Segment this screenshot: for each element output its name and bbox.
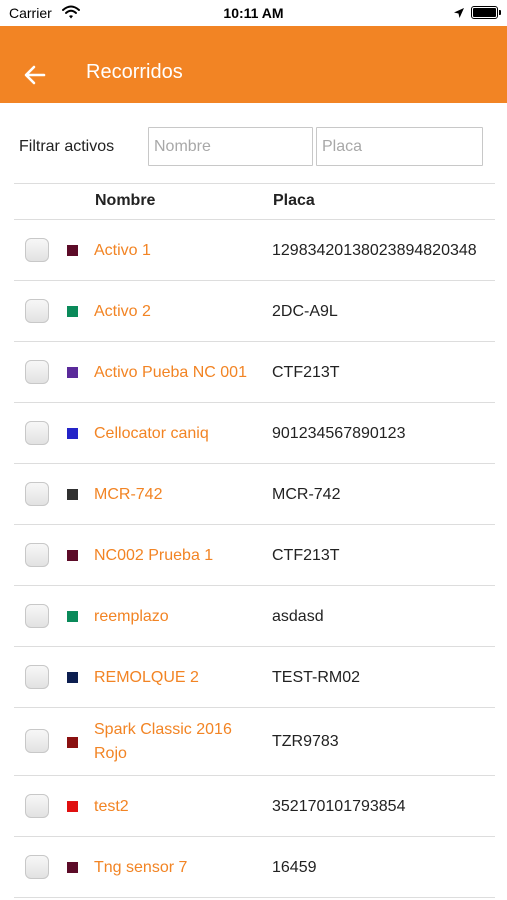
asset-name[interactable]: MCR-742	[94, 483, 264, 507]
asset-color-swatch	[67, 611, 78, 622]
row-divider	[14, 897, 495, 898]
asset-color-swatch	[67, 245, 78, 256]
nav-bar: Recorridos	[0, 26, 507, 103]
asset-plate: 352170101793854	[272, 797, 406, 815]
asset-name[interactable]: NC002 Prueba 1	[94, 544, 264, 568]
asset-row[interactable]: Spark Classic 2016 Rojo TZR9783	[0, 708, 507, 776]
asset-plate: 901234567890123	[272, 424, 406, 442]
asset-row[interactable]: Activo Pueba NC 001 CTF213T	[0, 342, 507, 403]
asset-row[interactable]: Cellocator caniq 901234567890123	[0, 403, 507, 464]
asset-color-swatch	[67, 801, 78, 812]
asset-color-swatch	[67, 862, 78, 873]
asset-row[interactable]: NC002 Prueba 1 CTF213T	[0, 525, 507, 586]
asset-plate: asdasd	[272, 607, 324, 625]
asset-name[interactable]: Spark Classic 2016 Rojo	[94, 718, 264, 766]
column-header-plate: Placa	[273, 192, 315, 209]
asset-plate: TEST-RM02	[272, 668, 361, 686]
asset-checkbox[interactable]	[25, 481, 49, 506]
asset-name[interactable]: reemplazo	[94, 605, 264, 629]
asset-color-swatch	[67, 550, 78, 561]
asset-plate: MCR-742	[272, 485, 341, 503]
asset-checkbox[interactable]	[25, 664, 49, 689]
asset-row[interactable]: Activo 1 12983420138023894820348	[0, 220, 507, 281]
asset-row[interactable]: reemplazo asdasd	[0, 586, 507, 647]
asset-color-swatch	[67, 428, 78, 439]
asset-checkbox[interactable]	[25, 298, 49, 323]
status-bar: Carrier 10:11 AM	[0, 0, 507, 26]
page-title: Recorridos	[86, 61, 183, 83]
asset-name[interactable]: Activo 1	[94, 239, 264, 263]
asset-name[interactable]: REMOLQUE 2	[94, 666, 264, 690]
filter-label: Filtrar activos	[19, 138, 115, 155]
asset-name[interactable]: Tng sensor 7	[94, 856, 264, 880]
plate-filter-input[interactable]	[316, 127, 483, 166]
name-filter-input[interactable]	[148, 127, 313, 166]
asset-checkbox[interactable]	[25, 359, 49, 384]
asset-name[interactable]: Activo 2	[94, 300, 264, 324]
asset-plate: 2DC-A9L	[272, 302, 338, 320]
back-button[interactable]	[20, 60, 50, 90]
battery-tip	[499, 10, 501, 15]
asset-checkbox[interactable]	[25, 729, 49, 753]
asset-checkbox[interactable]	[25, 603, 49, 628]
column-header-name: Nombre	[95, 192, 156, 209]
asset-row[interactable]: REMOLQUE 2 TEST-RM02	[0, 647, 507, 708]
asset-row[interactable]: test2 352170101793854	[0, 776, 507, 837]
asset-row[interactable]: MCR-742 MCR-742	[0, 464, 507, 525]
asset-row[interactable]: Activo 2 2DC-A9L	[0, 281, 507, 342]
asset-color-swatch	[67, 672, 78, 683]
status-time: 10:11 AM	[223, 5, 284, 21]
asset-name[interactable]: test2	[94, 795, 264, 819]
asset-color-swatch	[67, 489, 78, 500]
asset-name[interactable]: Cellocator caniq	[94, 422, 264, 446]
asset-color-swatch	[67, 736, 78, 748]
battery-icon	[471, 6, 498, 19]
asset-checkbox[interactable]	[25, 237, 49, 262]
asset-checkbox[interactable]	[25, 542, 49, 567]
asset-checkbox[interactable]	[25, 854, 49, 879]
asset-plate: CTF213T	[272, 546, 340, 564]
asset-plate: TZR9783	[272, 733, 339, 750]
asset-plate: 12983420138023894820348	[272, 241, 477, 259]
location-arrow-icon	[453, 6, 465, 24]
asset-color-swatch	[67, 306, 78, 317]
asset-plate: 16459	[272, 858, 317, 876]
divider	[14, 183, 495, 184]
asset-checkbox[interactable]	[25, 420, 49, 445]
asset-name[interactable]: Activo Pueba NC 001	[94, 361, 264, 385]
arrow-left-icon	[24, 65, 46, 85]
asset-color-swatch	[67, 367, 78, 378]
asset-row[interactable]: Tng sensor 7 16459	[0, 837, 507, 898]
asset-checkbox[interactable]	[25, 793, 49, 818]
asset-plate: CTF213T	[272, 363, 340, 381]
